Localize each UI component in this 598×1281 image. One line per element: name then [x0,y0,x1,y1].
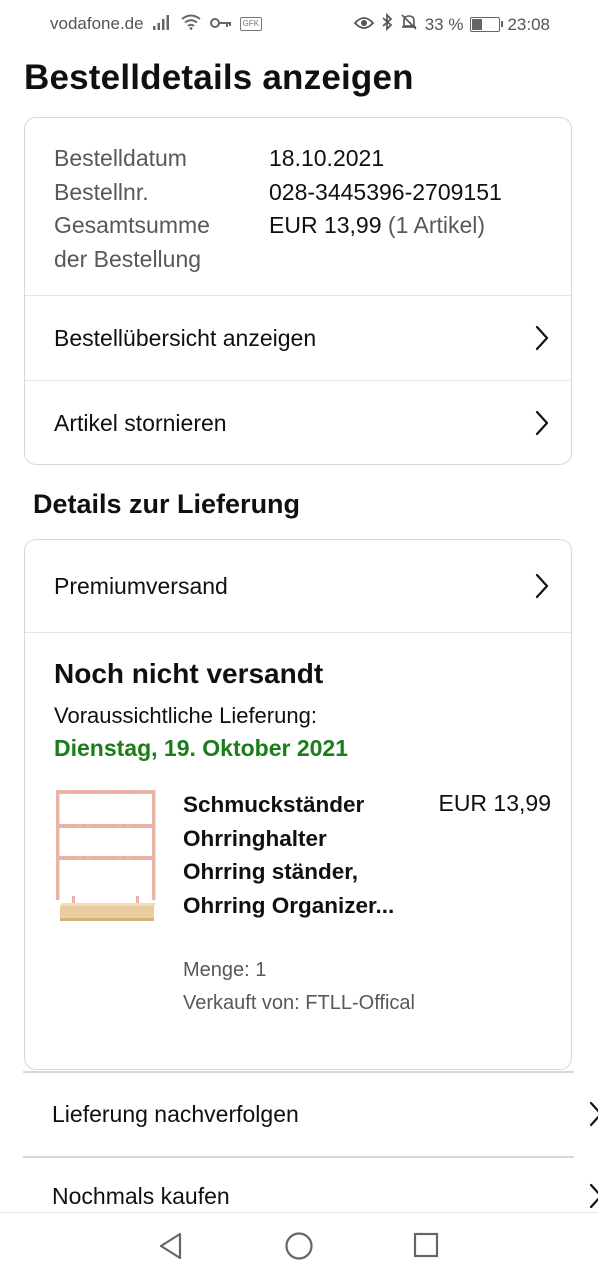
track-package-label: Lieferung nachverfolgen [52,1100,299,1127]
chevron-right-icon [589,1183,598,1209]
estimated-delivery-date: Dienstag, 19. Oktober 2021 [54,735,349,761]
chevron-right-icon [535,325,549,351]
order-total-label-line1: Gesamtsumme [54,212,210,238]
shipping-method-label: Premiumversand [54,572,228,599]
product-quantity: Menge: 1 [183,959,267,981]
key-icon [209,14,232,34]
order-date-label: Bestelldatum [54,145,187,171]
order-date-value: 18.10.2021 [269,145,385,171]
shipment-status: Noch nicht versandt [54,658,324,689]
order-info: Bestelldatum 18.10.2021 Bestellnr. 028-3… [54,142,502,276]
jewelry-stand-image[interactable] [52,788,162,928]
order-total-label-line2: der Bestellung [54,245,202,272]
eye-icon [353,15,374,35]
page-title: Bestelldetails anzeigen [24,58,414,97]
order-total-label: Gesamtsumme der Bestellung [54,209,269,276]
order-total-row: Gesamtsumme der Bestellung EUR 13,99 (1 … [54,209,502,276]
order-date-row: Bestelldatum 18.10.2021 [54,142,502,176]
order-total-amount: EUR 13,99 [269,212,382,238]
back-triangle-icon[interactable] [157,1231,185,1261]
bell-muted-icon [400,13,418,36]
track-package-link[interactable]: Lieferung nachverfolgen [23,1072,598,1156]
buy-again-label: Nochmals kaufen [52,1182,230,1209]
cancel-items-label: Artikel stornieren [54,409,227,436]
carrier-name: vodafone.de [50,14,144,33]
delivery-section-title: Details zur Lieferung [33,489,301,519]
chevron-right-icon [535,410,549,436]
view-order-summary-link[interactable]: Bestellübersicht anzeigen [25,296,571,380]
order-number-value: 028-3445396-2709151 [269,178,502,205]
order-number-row: Bestellnr. 028-3445396-2709151 [54,176,502,210]
wifi-icon [180,13,202,35]
chevron-right-icon [589,1101,598,1127]
product-title-link[interactable]: Schmuckständer Ohrringhalter Ohrring stä… [183,788,398,922]
bluetooth-icon [381,12,393,36]
clock-time: 23:08 [507,14,550,34]
android-nav-bar [0,1212,598,1281]
order-item-count: (1 Artikel) [387,212,486,238]
home-circle-icon[interactable] [284,1231,314,1261]
gfk-badge: GFK [239,17,263,31]
delivery-card: Premiumversand Noch nicht versandt Vorau… [24,539,572,1070]
order-number-label: Bestellnr. [54,178,149,205]
order-summary-card: Bestelldatum 18.10.2021 Bestellnr. 028-3… [24,117,572,465]
recents-square-icon[interactable] [413,1231,439,1259]
battery-icon [470,17,504,32]
shipping-method-link[interactable]: Premiumversand [25,540,571,632]
chevron-right-icon [535,573,549,599]
product-seller: Verkauft von: FTLL-Offical [183,992,415,1014]
estimated-delivery-label: Voraussichtliche Lieferung: [54,703,317,728]
status-bar: vodafone.de GFK 33 % 23:08 [0,0,598,44]
signal-icon [152,14,172,35]
view-order-summary-label: Bestellübersicht anzeigen [54,324,317,351]
cancel-items-link[interactable]: Artikel stornieren [25,381,571,465]
order-total-value: EUR 13,99 (1 Artikel) [269,209,485,276]
product-price: EUR 13,99 [438,790,551,816]
divider [25,632,571,633]
battery-percent: 33 % [424,14,464,34]
